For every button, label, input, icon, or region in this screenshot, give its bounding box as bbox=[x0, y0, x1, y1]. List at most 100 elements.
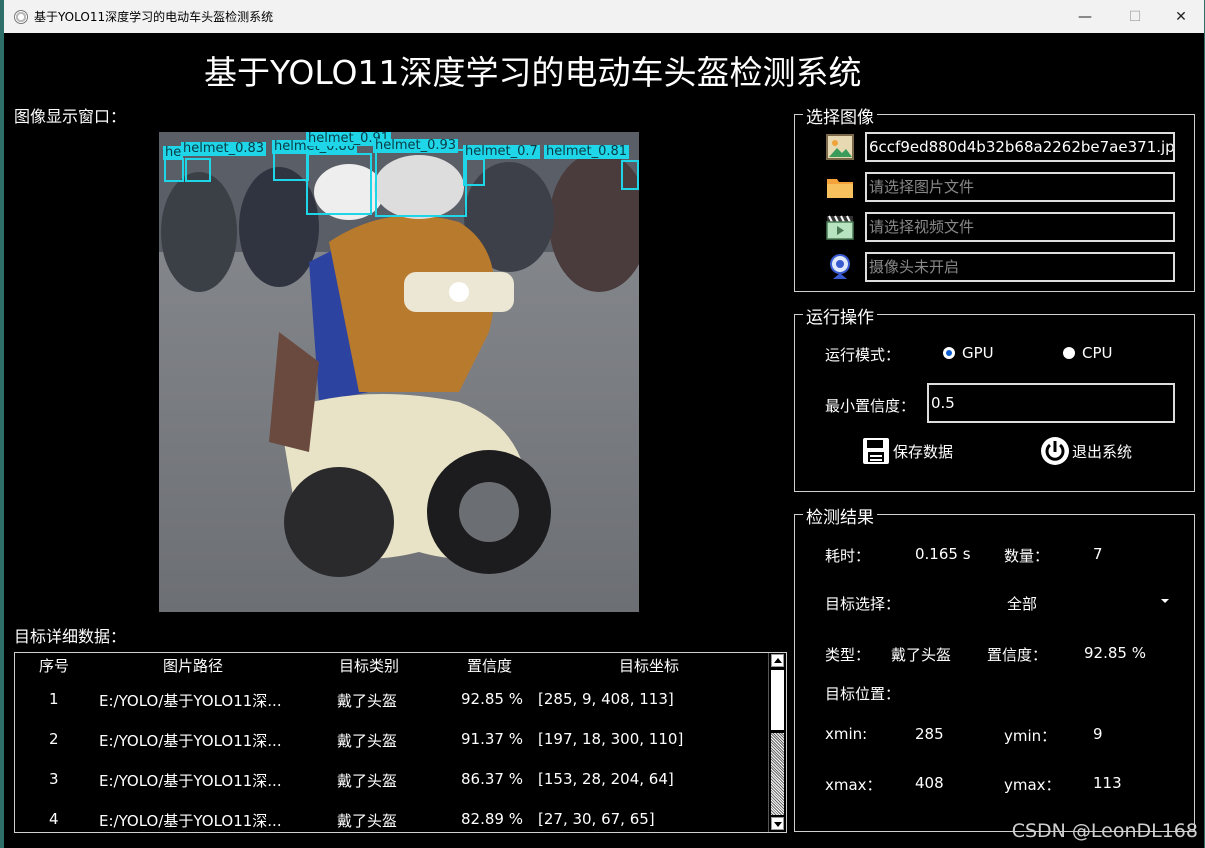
image-path-row: 6ccf9ed880d4b32b68a2262be7ae371.jpg bbox=[825, 132, 1175, 162]
time-value: 0.165 s bbox=[915, 545, 971, 563]
count-label: 数量： bbox=[1004, 547, 1050, 565]
app-icon bbox=[14, 9, 28, 24]
cpu-radio[interactable]: CPU bbox=[1063, 344, 1113, 362]
video-file-field[interactable]: 请选择视频文件 bbox=[865, 212, 1175, 242]
row-class: 戴了头盔 bbox=[337, 772, 398, 790]
detections-table[interactable]: 序号 图片路径 目标类别 置信度 目标坐标 1 E:/YOLO/基于YOLO11… bbox=[14, 652, 787, 833]
type-value: 戴了头盔 bbox=[891, 646, 952, 664]
operations-group: 运行操作 运行模式： GPU CPU 最小置信度： 0.5 保存数据 退出系统 bbox=[794, 303, 1195, 492]
row-class: 戴了头盔 bbox=[337, 692, 398, 710]
bbox bbox=[463, 158, 485, 186]
min-confidence-input[interactable]: 0.5 bbox=[927, 383, 1175, 423]
column-header[interactable]: 序号 bbox=[39, 655, 69, 676]
scroll-track[interactable] bbox=[771, 733, 784, 815]
scroll-down-button[interactable] bbox=[771, 817, 784, 830]
image-path-field[interactable]: 6ccf9ed880d4b32b68a2262be7ae371.jpg bbox=[865, 132, 1175, 162]
camera-row: 摄像头未开启 bbox=[825, 252, 1175, 282]
time-label: 耗时： bbox=[825, 547, 871, 565]
target-select-label: 目标选择： bbox=[825, 595, 901, 613]
save-icon bbox=[863, 438, 889, 464]
page-title: 基于YOLO11深度学习的电动车头盔检测系统 bbox=[204, 53, 862, 92]
row-index: 4 bbox=[49, 810, 59, 828]
row-path: E:/YOLO/基于YOLO11深... bbox=[99, 692, 282, 710]
minimize-button[interactable]: — bbox=[1062, 0, 1108, 33]
column-header[interactable]: 目标坐标 bbox=[619, 655, 679, 676]
table-header: 序号 图片路径 目标类别 置信度 目标坐标 bbox=[15, 655, 767, 679]
video-file-row: 请选择视频文件 bbox=[825, 212, 1175, 242]
operations-title: 运行操作 bbox=[803, 303, 877, 328]
scroll-up-button[interactable] bbox=[771, 654, 784, 667]
row-index: 2 bbox=[49, 730, 59, 748]
column-header[interactable]: 置信度 bbox=[467, 655, 512, 676]
bbox bbox=[621, 160, 639, 190]
confidence-label: 置信度： bbox=[987, 646, 1048, 664]
video-icon[interactable] bbox=[825, 212, 855, 242]
power-icon bbox=[1041, 437, 1069, 465]
table-row[interactable]: 2 E:/YOLO/基于YOLO11深... 戴了头盔 91.37 % [197… bbox=[15, 721, 767, 761]
chevron-down-icon bbox=[1161, 599, 1169, 603]
select-image-group: 选择图像 6ccf9ed880d4b32b68a2262be7ae371.jpg… bbox=[794, 103, 1195, 292]
ymin-value: 9 bbox=[1093, 725, 1103, 743]
table-scrollbar[interactable] bbox=[768, 653, 786, 832]
row-index: 1 bbox=[49, 690, 59, 708]
radio-unselected-icon bbox=[1063, 347, 1075, 359]
column-header[interactable]: 图片路径 bbox=[163, 655, 223, 676]
webcam-icon[interactable] bbox=[825, 252, 855, 282]
select-image-title: 选择图像 bbox=[803, 103, 877, 128]
window-title: 基于YOLO11深度学习的电动车头盔检测系统 bbox=[34, 10, 274, 24]
image-file-field[interactable]: 请选择图片文件 bbox=[865, 172, 1175, 202]
row-class: 戴了头盔 bbox=[337, 812, 398, 830]
bbox bbox=[185, 158, 211, 182]
count-value: 7 bbox=[1093, 545, 1103, 563]
column-header[interactable]: 目标类别 bbox=[339, 655, 399, 676]
row-coords: [153, 28, 204, 64] bbox=[538, 770, 674, 788]
bbox-label: helmet_0.93 bbox=[373, 138, 459, 153]
bbox-label: helmet_0.7 bbox=[463, 144, 540, 159]
bbox bbox=[306, 153, 372, 215]
image-panel-label: 图像显示窗口： bbox=[14, 107, 127, 126]
target-select-dropdown[interactable]: 全部 bbox=[975, 585, 1175, 617]
table-row[interactable]: 4 E:/YOLO/基于YOLO11深... 戴了头盔 82.89 % [27,… bbox=[15, 801, 767, 832]
ymax-label: ymax： bbox=[1004, 776, 1061, 794]
exit-system-button[interactable]: 退出系统 bbox=[1040, 436, 1132, 466]
row-confidence: 92.85 % bbox=[461, 690, 523, 708]
xmax-label: xmax： bbox=[825, 776, 882, 794]
bbox bbox=[375, 149, 467, 217]
type-label: 类型： bbox=[825, 646, 871, 664]
confidence-value: 92.85 % bbox=[1084, 644, 1146, 662]
row-path: E:/YOLO/基于YOLO11深... bbox=[99, 812, 282, 830]
bbox-label: helmet_0.83 bbox=[181, 141, 267, 156]
table-label: 目标详细数据： bbox=[14, 627, 127, 646]
radio-selected-icon bbox=[943, 347, 955, 359]
maximize-button[interactable]: ☐ bbox=[1112, 0, 1158, 33]
gpu-radio[interactable]: GPU bbox=[943, 344, 994, 362]
image-file-row: 请选择图片文件 bbox=[825, 172, 1175, 202]
row-index: 3 bbox=[49, 770, 59, 788]
scroll-thumb[interactable] bbox=[771, 670, 784, 730]
camera-status-field[interactable]: 摄像头未开启 bbox=[865, 252, 1175, 282]
table-row[interactable]: 3 E:/YOLO/基于YOLO11深... 戴了头盔 86.37 % [153… bbox=[15, 761, 767, 801]
xmin-label: xmin: bbox=[825, 725, 868, 743]
detection-image: he helmet_0.83 helmet_0.86 helmet_0.91 h… bbox=[159, 132, 639, 612]
row-class: 戴了头盔 bbox=[337, 732, 398, 750]
position-label: 目标位置： bbox=[825, 685, 901, 703]
exit-system-label: 退出系统 bbox=[1072, 442, 1133, 461]
folder-icon[interactable] bbox=[825, 172, 855, 202]
ymin-label: ymin： bbox=[1004, 727, 1057, 745]
xmax-value: 408 bbox=[915, 774, 944, 792]
save-data-label: 保存数据 bbox=[893, 442, 954, 461]
row-path: E:/YOLO/基于YOLO11深... bbox=[99, 772, 282, 790]
row-confidence: 91.37 % bbox=[461, 730, 523, 748]
title-bar[interactable]: 基于YOLO11深度学习的电动车头盔检测系统 — ☐ ✕ bbox=[4, 0, 1204, 33]
target-select-value: 全部 bbox=[1007, 595, 1038, 613]
table-row[interactable]: 1 E:/YOLO/基于YOLO11深... 戴了头盔 92.85 % [285… bbox=[15, 681, 767, 721]
row-coords: [197, 18, 300, 110] bbox=[538, 730, 684, 748]
image-icon[interactable] bbox=[825, 132, 855, 162]
bbox bbox=[164, 158, 184, 182]
bbox-label: helmet_0.81 bbox=[544, 144, 630, 159]
results-group: 检测结果 耗时： 0.165 s 数量： 7 目标选择： 全部 类型： 戴了头盔… bbox=[794, 503, 1195, 832]
run-mode-label: 运行模式： bbox=[825, 346, 901, 364]
close-button[interactable]: ✕ bbox=[1158, 0, 1204, 33]
gpu-label: GPU bbox=[962, 344, 994, 362]
save-data-button[interactable]: 保存数据 bbox=[861, 436, 953, 466]
